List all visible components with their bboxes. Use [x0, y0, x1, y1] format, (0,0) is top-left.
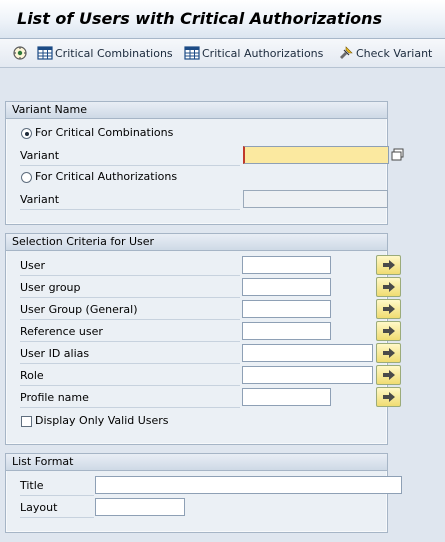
multiple-selection-button[interactable]	[376, 255, 401, 275]
critical-combinations-radio-label: For Critical Combinations	[35, 126, 174, 139]
display-only-valid-users-checkbox[interactable]	[21, 416, 32, 427]
multiple-selection-button[interactable]	[376, 299, 401, 319]
title-label: Title	[20, 479, 44, 492]
critical-combinations-button[interactable]: Critical Combinations	[37, 44, 173, 62]
user-group-label: User group	[20, 281, 81, 294]
check-variant-label: Check Variant	[356, 46, 433, 60]
critical-authorizations-radio[interactable]	[21, 172, 32, 183]
profile-name-label: Profile name	[20, 391, 89, 404]
arrow-right-icon	[382, 326, 395, 336]
critical-combinations-label: Critical Combinations	[55, 46, 173, 60]
multiple-selection-button[interactable]	[376, 365, 401, 385]
profile-name-input[interactable]	[242, 388, 331, 406]
divider	[20, 363, 240, 364]
arrow-right-icon	[382, 348, 395, 358]
table-icon	[37, 46, 53, 60]
divider	[20, 275, 240, 276]
selection-criteria-group: Selection Criteria for User User User gr…	[5, 233, 401, 445]
role-input[interactable]	[242, 366, 373, 384]
user-input[interactable]	[242, 256, 331, 274]
display-only-valid-users-label: Display Only Valid Users	[35, 414, 169, 427]
layout-input[interactable]	[95, 498, 185, 516]
arrow-right-icon	[382, 282, 395, 292]
reference-user-label: Reference user	[20, 325, 103, 338]
multiple-selection-button[interactable]	[376, 277, 401, 297]
layout-label: Layout	[20, 501, 58, 514]
copy-icon[interactable]	[391, 148, 404, 161]
multiple-selection-button[interactable]	[376, 321, 401, 341]
selection-criteria-group-title: Selection Criteria for User	[6, 234, 387, 251]
variant-label: Variant	[20, 149, 60, 162]
list-format-group: List Format Title Layout	[5, 453, 402, 533]
list-format-group-title: List Format	[6, 454, 387, 471]
title-bar: List of Users with Critical Authorizatio…	[0, 0, 445, 39]
variant-label-2: Variant	[20, 193, 60, 206]
critical-authorizations-label: Critical Authorizations	[202, 46, 324, 60]
multiple-selection-button[interactable]	[376, 387, 401, 407]
variant-input[interactable]	[243, 146, 389, 164]
user-group-general-label: User Group (General)	[20, 303, 138, 316]
check-variant-icon	[340, 46, 353, 59]
reference-user-input[interactable]	[242, 322, 331, 340]
divider	[20, 341, 240, 342]
application-toolbar: Critical Combinations Critical Authoriza…	[0, 39, 445, 68]
critical-authorizations-button[interactable]: Critical Authorizations	[184, 44, 323, 62]
page-title: List of Users with Critical Authorizatio…	[17, 9, 383, 28]
user-id-alias-input[interactable]	[242, 344, 373, 362]
execute-icon	[13, 46, 27, 60]
user-group-general-input[interactable]	[242, 300, 331, 318]
divider	[20, 319, 240, 320]
variant-input-2[interactable]	[243, 190, 388, 208]
divider	[20, 407, 240, 408]
arrow-right-icon	[382, 370, 395, 380]
user-id-alias-label: User ID alias	[20, 347, 90, 360]
divider	[20, 385, 240, 386]
role-label: Role	[20, 369, 44, 382]
check-variant-button[interactable]: Check Variant	[338, 44, 432, 62]
variant-name-group-title: Variant Name	[6, 102, 387, 119]
multiple-selection-button[interactable]	[376, 343, 401, 363]
arrow-right-icon	[382, 392, 395, 402]
user-group-input[interactable]	[242, 278, 331, 296]
divider	[20, 165, 240, 166]
arrow-right-icon	[382, 260, 395, 270]
variant-name-group: Variant Name For Critical Combinations V…	[5, 101, 404, 225]
selection-screen: Variant Name For Critical Combinations V…	[0, 68, 445, 542]
arrow-right-icon	[382, 304, 395, 314]
list-title-input[interactable]	[95, 476, 402, 494]
divider	[20, 209, 240, 210]
table-icon	[184, 46, 200, 60]
divider	[20, 297, 240, 298]
user-label: User	[20, 259, 46, 272]
critical-authorizations-radio-label: For Critical Authorizations	[35, 170, 178, 183]
divider	[20, 495, 94, 496]
execute-button[interactable]	[12, 44, 30, 62]
divider	[20, 517, 94, 518]
critical-combinations-radio[interactable]	[21, 128, 32, 139]
